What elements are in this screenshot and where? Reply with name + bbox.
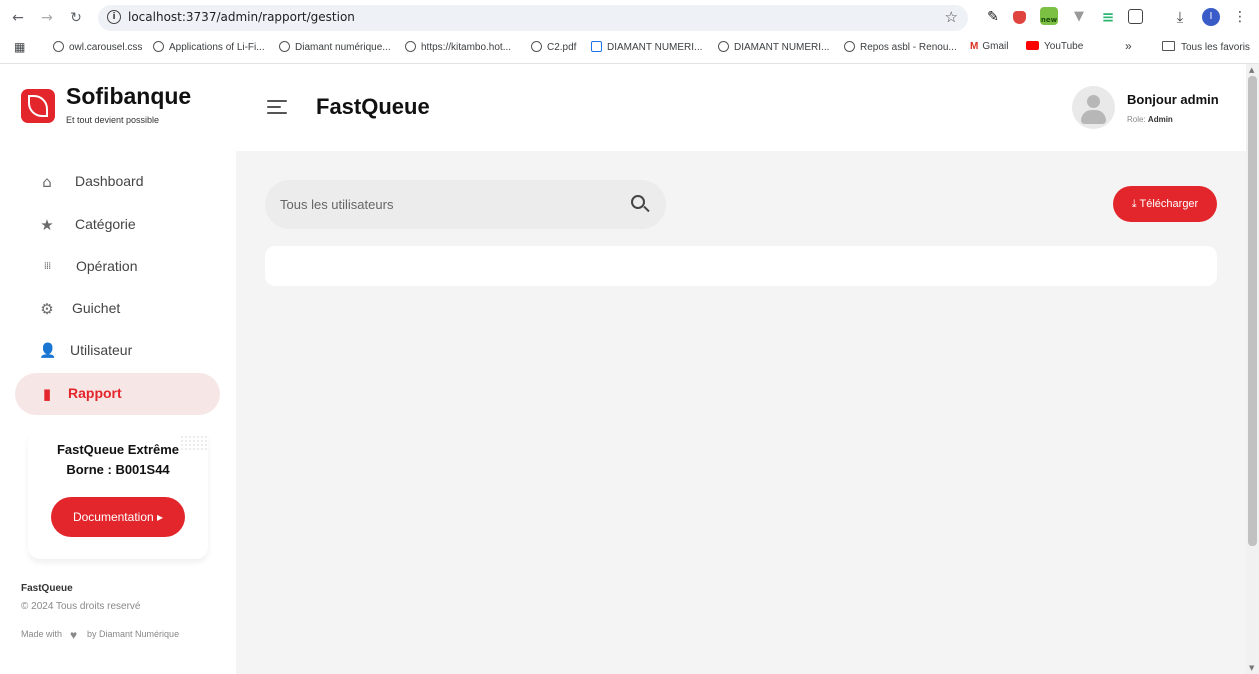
- download-icon: ⤓: [1131, 198, 1140, 210]
- sidebar-item-dashboard[interactable]: ⌂ Dashboard: [15, 161, 220, 203]
- apps-grid-icon[interactable]: ▦: [14, 40, 25, 54]
- scroll-down-icon[interactable]: ▼: [1249, 664, 1254, 672]
- eyedropper-icon[interactable]: ✎: [985, 9, 1001, 25]
- site-info-icon[interactable]: i: [107, 10, 121, 24]
- globe-icon: [153, 41, 164, 52]
- profile-avatar-icon[interactable]: I: [1202, 8, 1220, 26]
- heart-icon: ♥: [70, 628, 78, 642]
- scroll-up-icon[interactable]: ▲: [1249, 66, 1254, 74]
- user-icon: 👤: [39, 343, 57, 359]
- documentation-button[interactable]: Documentation ▸: [51, 497, 185, 537]
- search-bar[interactable]: [265, 180, 666, 229]
- forward-icon[interactable]: →: [37, 8, 57, 28]
- n-logo-icon: [591, 41, 602, 52]
- bookmark-item[interactable]: C2.pdf: [531, 41, 576, 53]
- sidebar-item-label: Opération: [76, 258, 138, 274]
- bookmark-item[interactable]: YouTube: [1026, 41, 1083, 52]
- brand-tagline: Et tout devient possible: [66, 115, 160, 125]
- user-role: Role: Admin: [1127, 115, 1173, 124]
- report-table-card: [265, 246, 1217, 286]
- globe-icon: [53, 41, 64, 52]
- folder-icon: [1162, 41, 1175, 51]
- page-scrollbar[interactable]: ▲ ▼: [1246, 64, 1259, 674]
- address-bar[interactable]: i localhost:3737/admin/rapport/gestion ☆: [98, 5, 968, 31]
- globe-icon: [718, 41, 729, 52]
- promo-title: FastQueue Extrême: [56, 442, 180, 457]
- bookmark-item[interactable]: Applications of Li-Fi...: [153, 41, 265, 53]
- vue-extension-icon[interactable]: ▼: [1071, 9, 1087, 25]
- search-icon[interactable]: [631, 195, 650, 214]
- sofibanque-logo-icon[interactable]: [21, 89, 55, 123]
- sidebar-item-operation[interactable]: ⁞⁞⁞ Opération: [15, 246, 220, 288]
- more-bookmarks-button[interactable]: »: [1125, 39, 1132, 53]
- footer-copyright: © 2024 Tous droits reservé: [21, 601, 141, 612]
- file-icon: ▮: [42, 385, 52, 403]
- bookmark-item[interactable]: DIAMANT NUMERI...: [591, 41, 702, 53]
- youtube-icon: [1026, 41, 1039, 50]
- globe-icon: [531, 41, 542, 52]
- hamburger-menu-icon[interactable]: [267, 100, 287, 116]
- bookmark-item[interactable]: M Gmail: [970, 41, 1008, 52]
- sidebar-item-label: Guichet: [72, 300, 121, 316]
- sidebar-item-label: Catégorie: [75, 216, 136, 232]
- bookmark-item[interactable]: owl.carousel.css: [53, 41, 142, 53]
- footer-credit: Made with ♥ by Diamant Numérique: [21, 628, 180, 642]
- top-header: FastQueue Bonjour admin Role: Admin: [236, 64, 1246, 151]
- bookmark-item[interactable]: Diamant numérique...: [279, 41, 391, 53]
- menu-kebab-icon[interactable]: ⋮: [1232, 9, 1248, 25]
- page-title: FastQueue: [316, 94, 430, 119]
- globe-icon: [844, 41, 855, 52]
- sidebar-item-guichet[interactable]: ⚙ Guichet: [15, 288, 220, 330]
- bookmark-item[interactable]: Repos asbl - Renou...: [844, 41, 957, 53]
- home-icon: ⌂: [42, 173, 52, 191]
- scrollbar-thumb[interactable]: [1248, 76, 1257, 546]
- gmail-icon: M: [970, 41, 979, 52]
- main-content: ⤓ Télécharger: [236, 151, 1246, 674]
- download-icon[interactable]: ⤓: [1172, 9, 1188, 25]
- avatar[interactable]: [1072, 86, 1115, 129]
- browser-chrome: ← → ↻ i localhost:3737/admin/rapport/ges…: [0, 0, 1259, 64]
- back-icon[interactable]: ←: [8, 8, 28, 28]
- globe-icon: [279, 41, 290, 52]
- search-input[interactable]: [265, 180, 615, 229]
- sidebar-item-label: Utilisateur: [70, 342, 133, 358]
- list-extension-icon[interactable]: ≡: [1100, 9, 1116, 25]
- new-extension-icon[interactable]: new: [1040, 7, 1058, 25]
- bookmarks-bar: ▦ owl.carousel.css Applications of Li-Fi…: [0, 38, 1259, 60]
- all-bookmarks-folder[interactable]: Tous les favoris: [1162, 41, 1250, 53]
- star-icon: ★: [40, 216, 54, 234]
- download-button[interactable]: ⤓ Télécharger: [1113, 186, 1217, 222]
- sidebar-item-label: Rapport: [68, 385, 122, 401]
- promo-terminal: Borne : B001S44: [66, 462, 170, 477]
- gear-icon: ⚙: [40, 300, 54, 318]
- brand-name[interactable]: Sofibanque: [66, 83, 191, 110]
- extensions-puzzle-icon[interactable]: [1128, 9, 1143, 24]
- bookmark-item[interactable]: https://kitambo.hot...: [405, 41, 511, 53]
- sidebar: Sofibanque Et tout devient possible ⌂ Da…: [0, 64, 236, 674]
- reload-icon[interactable]: ↻: [66, 8, 86, 28]
- sidebar-item-categorie[interactable]: ★ Catégorie: [15, 204, 220, 246]
- bookmark-star-icon[interactable]: ☆: [945, 8, 958, 26]
- footer-brand: FastQueue: [21, 583, 73, 594]
- sidebar-item-label: Dashboard: [75, 173, 144, 189]
- browser-toolbar: ← → ↻ i localhost:3737/admin/rapport/ges…: [0, 0, 1259, 36]
- user-greeting: Bonjour admin: [1127, 92, 1219, 107]
- bookmark-item[interactable]: DIAMANT NUMERI...: [718, 41, 829, 53]
- grid-dots-icon: ⁞⁞⁞: [43, 261, 52, 272]
- shield-extension-icon[interactable]: [1013, 11, 1026, 24]
- url-text[interactable]: localhost:3737/admin/rapport/gestion: [128, 10, 355, 24]
- globe-icon: [405, 41, 416, 52]
- sidebar-item-utilisateur[interactable]: 👤 Utilisateur: [15, 330, 220, 372]
- sidebar-item-rapport[interactable]: ▮ Rapport: [15, 373, 220, 415]
- promo-card: FastQueue Extrême Borne : B001S44 Docume…: [28, 429, 208, 559]
